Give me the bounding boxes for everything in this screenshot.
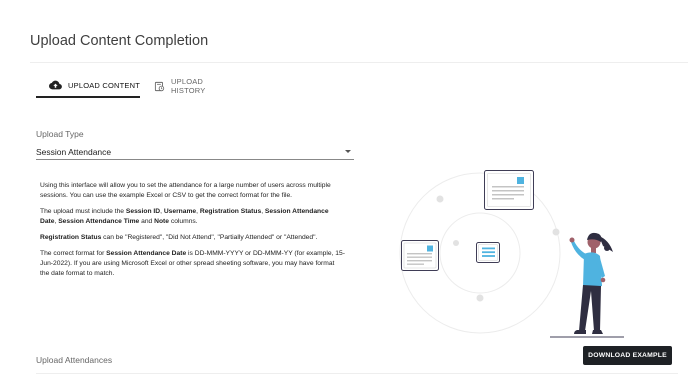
tab-upload-history[interactable]: UPLOAD HISTORY [140,74,230,98]
upload-type-label: Upload Type [36,129,84,139]
history-icon [154,81,165,92]
title-divider [30,62,688,63]
document-icon [476,242,500,263]
caret-down-icon [345,150,351,153]
tab-upload-content-label: UPLOAD CONTENT [68,80,140,90]
upload-attendances-label: Upload Attendances [36,355,113,365]
instructions: Using this interface will allow you to s… [40,181,345,285]
instructions-columns: The upload must include the Session ID, … [40,208,329,225]
section-divider [36,373,678,374]
instructions-intro: Using this interface will allow you to s… [40,182,331,199]
tab-bar: UPLOAD CONTENT UPLOAD HISTORY [36,74,230,98]
instructions-status: Registration Status can be "Registered",… [40,234,318,241]
upload-type-select[interactable]: Session Attendance [36,145,354,160]
document-icon [401,240,439,271]
tab-upload-content[interactable]: UPLOAD CONTENT [36,74,140,98]
tab-upload-history-label: UPLOAD HISTORY [171,77,206,95]
document-icon [484,170,534,210]
upload-type-value: Session Attendance [36,147,112,157]
download-example-button[interactable]: DOWNLOAD EXAMPLE [583,346,672,365]
instructions-date-format: The correct format for Session Attendanc… [40,250,345,277]
person-figure [569,232,613,334]
page-title: Upload Content Completion [30,33,209,49]
cloud-upload-icon [49,80,62,90]
upload-illustration [399,170,624,338]
